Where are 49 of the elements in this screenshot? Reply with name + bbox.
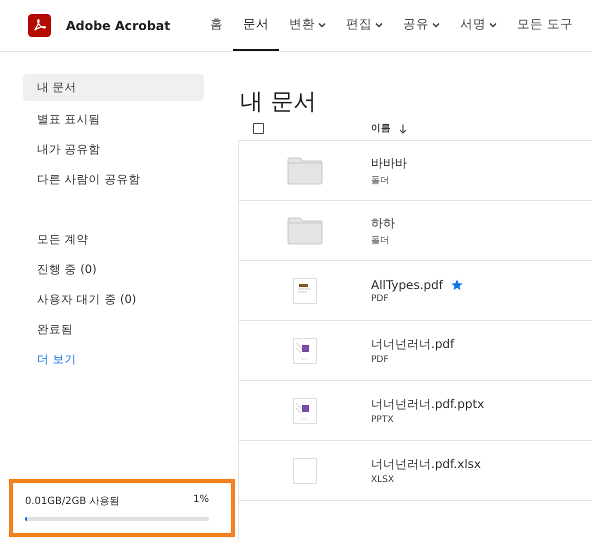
file-row[interactable]: 너너넌러너.pdf.xlsx XLSX <box>239 441 592 501</box>
sidebar-item[interactable]: 모든 계약 <box>23 224 204 254</box>
file-name: 너너넌러너.pdf.pptx <box>371 396 484 413</box>
more-link[interactable]: 더 보기 <box>23 344 204 374</box>
nav-tab[interactable]: 홈 <box>200 0 234 51</box>
name-column-header[interactable]: 이름 <box>371 122 391 135</box>
star-icon[interactable] <box>450 278 463 290</box>
file-type: 폴더 <box>371 174 390 186</box>
nav-tab[interactable]: 모든 도구 <box>507 0 584 51</box>
file-type: 폴더 <box>371 234 390 246</box>
folder-icon <box>287 156 323 184</box>
sidebar-item[interactable]: 진행 중 (0) <box>23 254 204 284</box>
document-thumbnail-icon <box>293 398 317 424</box>
sidebar-item[interactable]: 별표 표시됨 <box>23 104 204 134</box>
select-all-checkbox[interactable] <box>253 123 264 134</box>
storage-usage-label: 0.01GB/2GB 사용됨 <box>25 495 120 508</box>
file-name: 너너넌러너.pdf <box>371 336 454 353</box>
storage-percent: 1% <box>193 494 209 507</box>
file-name: 너너넌러너.pdf.xlsx <box>371 456 482 473</box>
sidebar-item[interactable]: 완료됨 <box>23 314 204 344</box>
document-thumbnail-icon <box>293 278 317 304</box>
nav-tab[interactable]: 문서 <box>233 0 280 51</box>
file-row[interactable]: 바바바 폴더 <box>239 141 592 201</box>
file-row[interactable]: 너너넌러너.pdf PDF <box>239 321 592 381</box>
sidebar-item[interactable]: 내가 공유함 <box>23 134 204 164</box>
sort-arrow-down-icon[interactable] <box>399 124 407 134</box>
document-thumbnail-icon <box>293 338 317 364</box>
sidebar-item[interactable]: 내 문서 <box>23 74 204 101</box>
app-name: Adobe Acrobat <box>66 18 170 33</box>
file-row[interactable]: AllTypes.pdf PDF <box>239 261 592 321</box>
file-type: PDF <box>371 355 390 365</box>
sidebar-item[interactable]: 사용자 대기 중 (0) <box>23 284 204 314</box>
folder-icon <box>287 216 323 244</box>
file-row[interactable]: 하하 폴더 <box>239 201 592 261</box>
nav-tab[interactable]: 서명 <box>450 0 508 51</box>
file-type: XLSX <box>371 475 396 485</box>
blank-thumbnail-icon <box>293 458 317 484</box>
file-type: PPTX <box>371 415 395 425</box>
file-name: AllTypes.pdf <box>371 278 443 292</box>
file-type: PDF <box>371 294 390 304</box>
file-name: 바바바 <box>371 154 407 172</box>
nav-tab[interactable]: 변환 <box>279 0 336 51</box>
file-row[interactable]: 너너넌러너.pdf.pptx PPTX <box>239 381 592 441</box>
file-name: 하하 <box>371 214 395 232</box>
nav-tab[interactable]: 공유 <box>393 0 450 51</box>
nav-tab[interactable]: 편집 <box>336 0 394 51</box>
page-title: 내 문서 <box>240 88 318 117</box>
sidebar-item[interactable]: 다른 사람이 공유함 <box>23 164 204 194</box>
acrobat-logo-icon <box>28 14 51 37</box>
